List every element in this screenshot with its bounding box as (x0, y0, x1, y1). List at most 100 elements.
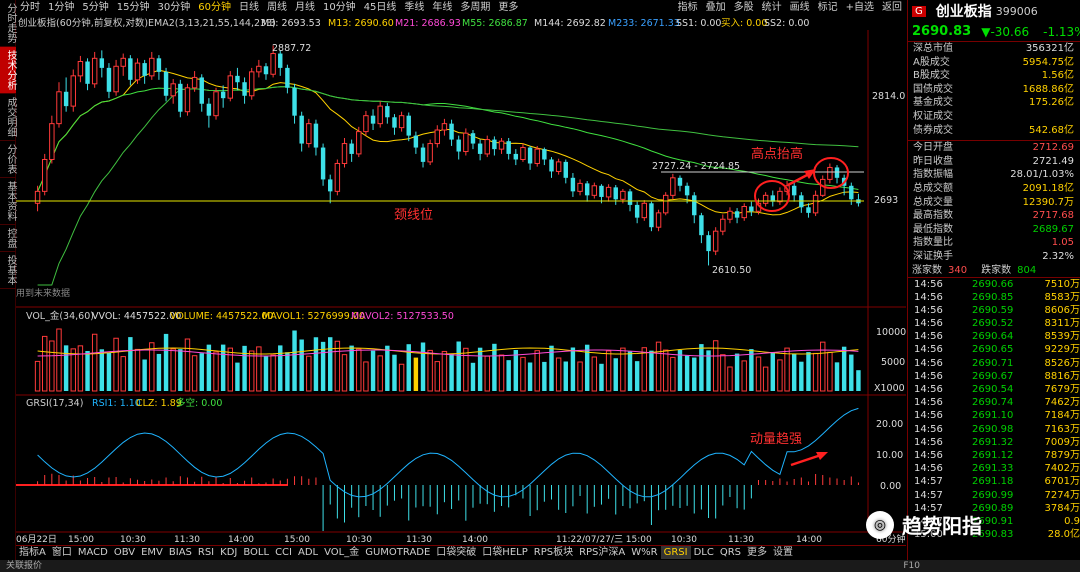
status-bar: 关联报价 F10 (0, 560, 1080, 572)
wechat-icon: ◎ (866, 510, 894, 539)
tick-volume: 8606万 (1044, 304, 1080, 316)
stat-label: 国债成交 (913, 83, 953, 95)
candle-body (791, 185, 797, 196)
period-tab-12[interactable]: 年线 (428, 0, 456, 15)
indicator-tab-22[interactable]: 设置 (770, 546, 796, 559)
candle-body (134, 62, 141, 81)
indicator-tab-16[interactable]: RPS沪深A (576, 546, 628, 559)
volume-bar (370, 350, 376, 391)
period-tab-9[interactable]: 10分钟 (319, 0, 360, 15)
candle-body (242, 82, 247, 96)
period-tab-11[interactable]: 季线 (400, 0, 428, 15)
vol-axis-unit: X1000 (874, 383, 905, 394)
indicator-tab-10[interactable]: ADL (295, 546, 321, 559)
stat-row: 昨日收盘 2721.49 (908, 155, 1080, 169)
toolbar-btn-0[interactable]: 指标 (674, 0, 702, 15)
indicator-tab-0[interactable]: 指标A (16, 546, 49, 559)
chart-svg[interactable]: 创业板指(60分钟,前复权,对数) EMA2(3,13,21,55,144,23… (16, 15, 906, 545)
neckline-label: 颈线位 (394, 208, 433, 223)
indicator-tab-9[interactable]: CCI (272, 546, 295, 559)
indicator-tab-5[interactable]: BIAS (166, 546, 195, 559)
volume-bar (427, 349, 433, 392)
period-tab-6[interactable]: 日线 (235, 0, 263, 15)
volume-bar (113, 337, 119, 392)
volume-bar (248, 350, 255, 392)
volume-bar (806, 352, 811, 391)
time-axis-label: 11:30 (728, 535, 754, 545)
advance-decline-row: 涨家数 340 跌家数 804 (908, 264, 1080, 278)
indicator-tab-11[interactable]: VOL_金 (321, 546, 362, 559)
indicator-tab-19[interactable]: DLC (691, 546, 717, 559)
vtab-5[interactable]: 控盘 (0, 225, 16, 252)
volume-bar (812, 352, 819, 392)
indicator-tab-8[interactable]: BOLL (240, 546, 272, 559)
period-tab-14[interactable]: 更多 (494, 0, 522, 15)
toolbar-btn-5[interactable]: 标记 (814, 0, 842, 15)
indicator-tab-7[interactable]: KDJ (217, 546, 240, 559)
stat-value: 5954.75亿 (1022, 56, 1074, 68)
period-tab-5[interactable]: 60分钟 (194, 0, 235, 15)
toolbar-btn-7[interactable]: 返回 (878, 0, 906, 15)
candle-body (63, 91, 69, 107)
tick-time: 14:56 (914, 410, 943, 422)
candle-body (341, 143, 348, 164)
period-tab-3[interactable]: 15分钟 (113, 0, 154, 15)
vtab-4[interactable]: 基本资料 (0, 178, 16, 225)
period-tab-2[interactable]: 5分钟 (78, 0, 112, 15)
stat-label: 总成交量 (913, 196, 953, 208)
volume-bar (542, 361, 547, 391)
chart-area[interactable]: 创业板指(60分钟,前复权,对数) EMA2(3,13,21,55,144,23… (16, 15, 906, 545)
time-axis-label: 11:30 (174, 535, 200, 545)
toolbar-btn-2[interactable]: 多股 (730, 0, 758, 15)
vtab-1[interactable]: 技术分析 (0, 47, 16, 94)
period-tab-13[interactable]: 多周期 (456, 0, 494, 15)
tick-time: 14:56 (914, 304, 943, 316)
indicator-tab-15[interactable]: RPS板块 (531, 546, 576, 559)
tick-volume: 7184万 (1044, 410, 1080, 422)
period-tab-7[interactable]: 周线 (263, 0, 291, 15)
indicator-tab-21[interactable]: 更多 (744, 546, 770, 559)
candle-body (470, 133, 476, 144)
indicator-tab-20[interactable]: QRS (717, 546, 744, 559)
indicator-tab-6[interactable]: RSI (195, 546, 217, 559)
tick-volume: 7462万 (1044, 397, 1080, 409)
candle-body (849, 185, 854, 200)
toolbar-btn-1[interactable]: 叠加 (702, 0, 730, 15)
volume-bar (456, 341, 461, 391)
stat-label: 深证换手 (913, 250, 953, 262)
vtab-0[interactable]: 分时走势 (0, 0, 16, 47)
volume-bar (506, 360, 511, 391)
up-count-label: 涨家数 (912, 264, 942, 276)
stat-label: 债券成交 (913, 124, 953, 136)
indicator-tab-14[interactable]: 口袋HELP (479, 546, 530, 559)
toolbar-btn-6[interactable]: +自选 (842, 0, 878, 15)
vtab-2[interactable]: 成交明细 (0, 94, 16, 141)
toolbar-btn-4[interactable]: 画线 (786, 0, 814, 15)
indicator-tab-13[interactable]: 口袋突破 (433, 546, 479, 559)
candle-body (806, 207, 811, 213)
candle-body (320, 147, 326, 180)
indicator-tab-18[interactable]: GRSI (660, 546, 691, 559)
vol-legend-title: VOL_金(34,60) (26, 310, 94, 322)
period-tab-0[interactable]: 分时 (16, 0, 44, 15)
indicator-tab-3[interactable]: OBV (111, 546, 138, 559)
status-right[interactable]: F10 (903, 560, 920, 572)
indicator-tab-12[interactable]: GUMOTRADE (362, 546, 433, 559)
indicator-tab-2[interactable]: MACD (75, 546, 111, 559)
period-tab-8[interactable]: 月线 (291, 0, 319, 15)
vtab-6[interactable]: 投基本 (0, 252, 16, 289)
indicator-tab-17[interactable]: W%R (628, 546, 660, 559)
vtab-3[interactable]: 分价表 (0, 141, 16, 178)
period-tab-10[interactable]: 45日线 (360, 0, 401, 15)
period-tab-1[interactable]: 1分钟 (44, 0, 78, 15)
period-tab-4[interactable]: 30分钟 (153, 0, 194, 15)
rsi1-line (37, 407, 859, 498)
status-left[interactable]: 关联报价 (6, 560, 42, 572)
volume-bar (385, 345, 390, 391)
indicator-tab-4[interactable]: EMV (138, 546, 166, 559)
indicator-tab-1[interactable]: 窗口 (49, 546, 75, 559)
toolbar-btn-3[interactable]: 统计 (758, 0, 786, 15)
down-count-label: 跌家数 (981, 264, 1012, 276)
tick-list[interactable]: 14:56 2690.66 7510万 14:56 2690.85 8583万 14:56 2… (908, 278, 1080, 542)
low-label: 2610.50 (712, 265, 751, 276)
